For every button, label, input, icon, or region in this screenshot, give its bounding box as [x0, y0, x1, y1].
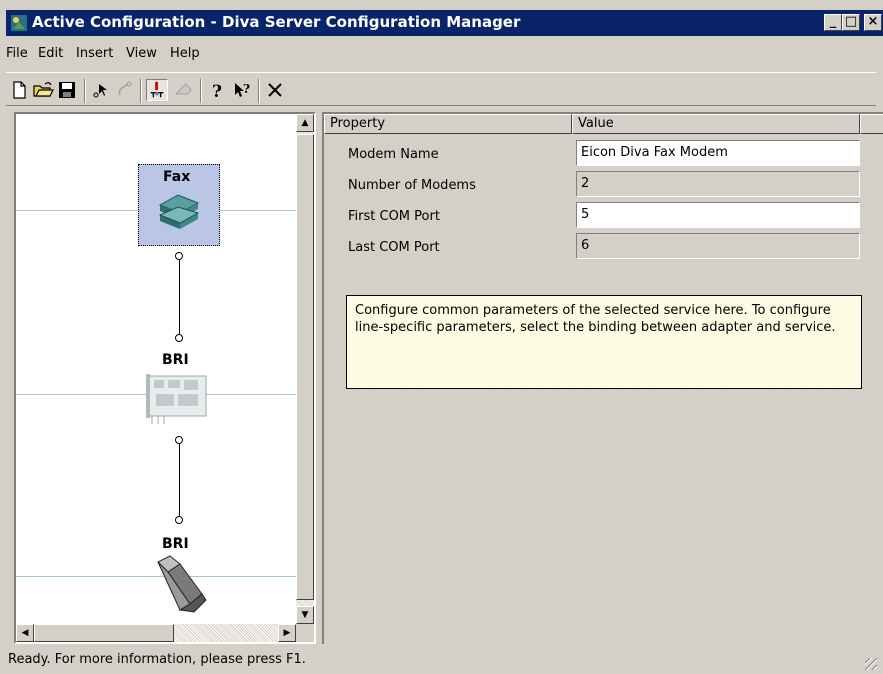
menu-help[interactable]: Help: [170, 46, 200, 61]
connector-point: [175, 436, 183, 444]
node-label-bri-card: BRI: [162, 352, 189, 368]
menu-bar: File Edit Insert View Help: [6, 42, 876, 66]
column-header-property[interactable]: Property: [324, 114, 572, 134]
menu-file[interactable]: File: [6, 46, 28, 61]
scroll-left-button[interactable]: ◀: [16, 624, 34, 642]
connector-point: [175, 516, 183, 524]
binding-line[interactable]: [179, 444, 180, 516]
svg-text:?: ?: [212, 82, 222, 101]
number-of-modems-field: 2: [576, 171, 860, 197]
tree-vertical-scrollbar[interactable]: ▲ ▼: [296, 114, 314, 624]
modem-name-field[interactable]: Eicon Diva Fax Modem: [576, 140, 860, 166]
scroll-right-button[interactable]: ▶: [278, 624, 296, 642]
link-tool-icon[interactable]: [114, 79, 136, 101]
delete-icon[interactable]: [264, 79, 286, 101]
column-header-filler: [860, 114, 883, 134]
menu-edit[interactable]: Edit: [38, 46, 63, 61]
status-text: Ready. For more information, please pres…: [8, 652, 306, 667]
menu-insert[interactable]: Insert: [76, 46, 113, 61]
toolbar-separator: [84, 79, 86, 103]
isdn-card-icon[interactable]: [144, 370, 210, 428]
open-folder-icon[interactable]: [32, 79, 54, 101]
network-plug-icon[interactable]: [154, 554, 214, 618]
app-window: Active Configuration - Diva Server Confi…: [0, 0, 883, 674]
tree-node-fax[interactable]: Fax: [138, 164, 220, 246]
binding-tree-pane[interactable]: Fax BRI BRI ▲ ▼ ◀ ▶: [14, 112, 316, 644]
connector-point: [175, 334, 183, 342]
context-help-icon[interactable]: ?: [232, 79, 254, 101]
scroll-corner: [296, 624, 314, 642]
pointer-tool-icon[interactable]: [90, 79, 112, 101]
connector-point: [175, 252, 183, 260]
column-header-value[interactable]: Value: [572, 114, 860, 134]
save-disk-icon[interactable]: [56, 79, 78, 101]
status-bar: Ready. For more information, please pres…: [6, 648, 883, 672]
bind-tool-icon[interactable]: [146, 79, 168, 101]
property-grid-header: Property Value: [324, 114, 883, 134]
resize-grip-icon[interactable]: [865, 658, 877, 670]
binding-line[interactable]: [179, 260, 180, 334]
help-icon[interactable]: ?: [206, 79, 228, 101]
last-com-port-field: 6: [576, 233, 860, 259]
toolbar: ? ?: [6, 72, 876, 106]
info-hint-box: Configure common parameters of the selec…: [346, 295, 862, 389]
tree-horizontal-scrollbar[interactable]: ◀ ▶: [16, 624, 296, 642]
toolbar-separator: [200, 79, 202, 103]
property-label-modem-name: Modem Name: [348, 147, 439, 162]
horizontal-scroll-thumb[interactable]: [34, 624, 174, 642]
new-document-icon[interactable]: [8, 79, 30, 101]
node-label-fax: Fax: [163, 169, 191, 185]
scroll-up-button[interactable]: ▲: [296, 114, 314, 132]
svg-text:?: ?: [243, 82, 250, 96]
node-label-bri-line: BRI: [162, 536, 189, 552]
toolbar-separator: [258, 79, 260, 103]
property-label-last-com-port: Last COM Port: [348, 240, 440, 255]
minimize-button[interactable]: _: [824, 14, 842, 31]
menu-view[interactable]: View: [126, 46, 157, 61]
app-icon: [11, 15, 27, 31]
disabled-tool-icon[interactable]: [172, 79, 194, 101]
toolbar-separator: [140, 79, 142, 103]
fax-modem-icon: [158, 194, 200, 229]
maximize-button[interactable]: □: [842, 14, 860, 31]
binding-canvas: Fax BRI BRI: [16, 114, 296, 624]
property-label-number-of-modems: Number of Modems: [348, 178, 476, 193]
vertical-scroll-thumb[interactable]: [296, 134, 314, 600]
first-com-port-field[interactable]: 5: [576, 202, 860, 228]
close-button[interactable]: ×: [864, 14, 882, 31]
scroll-down-button[interactable]: ▼: [296, 606, 314, 624]
property-label-first-com-port: First COM Port: [348, 209, 440, 224]
property-pane: Property Value Modem Name Eicon Diva Fax…: [322, 112, 883, 644]
title-bar[interactable]: Active Configuration - Diva Server Confi…: [6, 10, 883, 36]
window-title: Active Configuration - Diva Server Confi…: [32, 13, 521, 31]
